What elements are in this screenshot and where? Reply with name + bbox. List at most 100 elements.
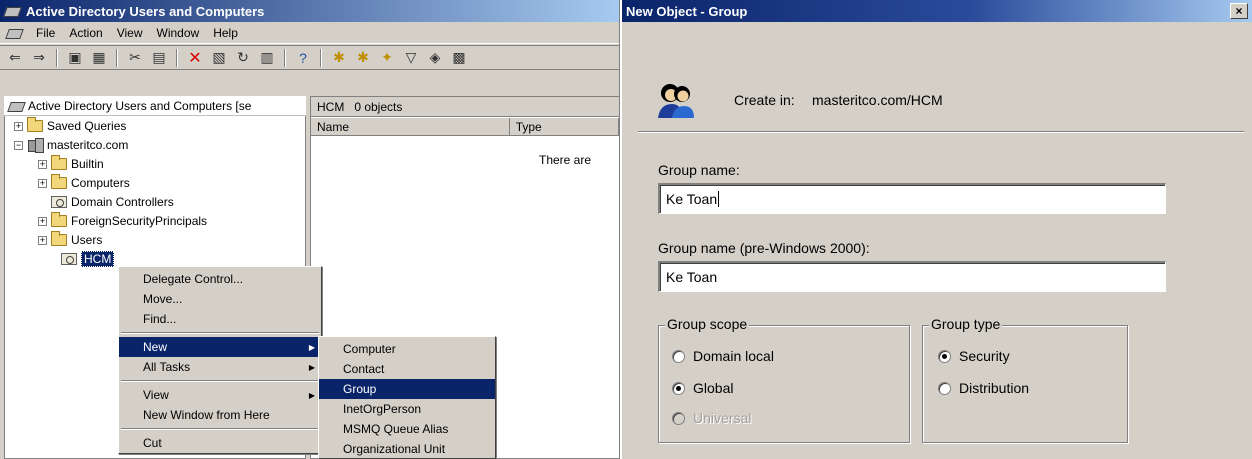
aduc-root-icon bbox=[8, 99, 24, 113]
tree-item-label: masteritco.com bbox=[47, 138, 129, 152]
radio-label: Universal bbox=[693, 410, 752, 426]
toolbar: ⇐ ⇒ ▣ ▦ ✂ ▤ ✕ ▧ ↻ ▥ ? ✱ ✱ ✦ ▽ ◈ ▩ bbox=[0, 45, 619, 70]
radio-security[interactable]: Security bbox=[938, 348, 1010, 364]
new-user-icon[interactable]: ✱ bbox=[328, 48, 350, 68]
expand-icon[interactable]: + bbox=[38, 178, 47, 188]
radio-button[interactable] bbox=[672, 381, 685, 395]
submenu-item-inetorgperson[interactable]: InetOrgPerson bbox=[319, 399, 495, 419]
find-icon[interactable]: ◈ bbox=[424, 48, 446, 68]
collapse-icon[interactable]: − bbox=[14, 140, 23, 150]
menu-item-new-window[interactable]: New Window from Here bbox=[119, 405, 321, 425]
tree-item-builtin[interactable]: + Builtin bbox=[38, 155, 104, 173]
radio-button[interactable] bbox=[938, 381, 951, 395]
radio-label: Security bbox=[959, 348, 1010, 364]
tree-item-hcm[interactable]: HCM bbox=[61, 250, 115, 268]
context-menu: Delegate Control... Move... Find... New ▶… bbox=[118, 266, 322, 454]
new-submenu: Computer Contact Group InetOrgPerson MSM… bbox=[318, 336, 496, 459]
paste-icon[interactable]: ▤ bbox=[148, 48, 170, 68]
empty-list-message: There are bbox=[539, 153, 592, 167]
tree-item-computers[interactable]: + Computers bbox=[38, 174, 130, 192]
tree-item-users[interactable]: + Users bbox=[38, 231, 102, 249]
properties-icon[interactable]: ▧ bbox=[208, 48, 230, 68]
radio-button[interactable] bbox=[938, 349, 951, 363]
menu-window[interactable]: Window bbox=[157, 26, 200, 40]
export-list-icon[interactable]: ▥ bbox=[256, 48, 278, 68]
toolbar-separator bbox=[116, 48, 118, 67]
submenu-item-group[interactable]: Group bbox=[319, 379, 495, 399]
menu-action[interactable]: Action bbox=[69, 26, 102, 40]
tree-item-fsp[interactable]: + ForeignSecurityPrincipals bbox=[38, 212, 207, 230]
menu-item-all-tasks[interactable]: All Tasks ▶ bbox=[119, 357, 321, 377]
tree-item-label: Saved Queries bbox=[47, 119, 127, 133]
delete-icon[interactable]: ✕ bbox=[184, 48, 206, 68]
new-group-icon[interactable]: ✱ bbox=[352, 48, 374, 68]
back-arrow-icon[interactable]: ⇐ bbox=[4, 48, 26, 68]
group-scope-legend: Group scope bbox=[665, 316, 750, 332]
close-button[interactable]: × bbox=[1230, 3, 1248, 19]
container-name: HCM bbox=[317, 99, 345, 114]
menu-file[interactable]: File bbox=[36, 26, 55, 40]
dialog-title: New Object - Group bbox=[626, 3, 748, 19]
filter-icon[interactable]: ▽ bbox=[400, 48, 422, 68]
create-in-value: masteritco.com/HCM bbox=[812, 92, 943, 108]
menu-separator bbox=[121, 428, 319, 430]
tree-root-label: Active Directory Users and Computers [se bbox=[28, 98, 252, 113]
radio-distribution[interactable]: Distribution bbox=[938, 380, 1029, 396]
pre2000-name-input[interactable]: Ke Toan bbox=[658, 261, 1166, 292]
menu-item-move[interactable]: Move... bbox=[119, 289, 321, 309]
refresh-icon[interactable]: ↻ bbox=[232, 48, 254, 68]
cut-icon[interactable]: ✂ bbox=[124, 48, 146, 68]
forward-arrow-icon[interactable]: ⇒ bbox=[28, 48, 50, 68]
console-icon[interactable] bbox=[6, 26, 22, 40]
column-header-type[interactable]: Type bbox=[510, 118, 619, 136]
group-icon bbox=[658, 84, 694, 118]
radio-label: Domain local bbox=[693, 348, 774, 364]
folder-icon bbox=[51, 155, 67, 170]
menu-view[interactable]: View bbox=[117, 26, 143, 40]
submenu-item-msmq-queue-alias[interactable]: MSMQ Queue Alias bbox=[319, 419, 495, 439]
new-ou-icon[interactable]: ✦ bbox=[376, 48, 398, 68]
submenu-item-computer[interactable]: Computer bbox=[319, 339, 495, 359]
submenu-arrow-icon: ▶ bbox=[308, 362, 315, 372]
radio-global[interactable]: Global bbox=[672, 380, 733, 396]
submenu-arrow-icon: ▶ bbox=[308, 390, 315, 400]
tree-item-label: Builtin bbox=[71, 157, 104, 171]
submenu-item-contact[interactable]: Contact bbox=[319, 359, 495, 379]
tree-root[interactable]: Active Directory Users and Computers [se bbox=[4, 96, 306, 116]
submenu-arrow-icon: ▶ bbox=[308, 342, 315, 352]
group-name-label: Group name: bbox=[658, 162, 740, 178]
menu-item-delegate-control[interactable]: Delegate Control... bbox=[119, 269, 321, 289]
radio-button[interactable] bbox=[672, 349, 685, 363]
aduc-titlebar[interactable]: Active Directory Users and Computers bbox=[0, 0, 619, 22]
expand-icon[interactable]: + bbox=[38, 235, 47, 245]
menu-item-cut[interactable]: Cut bbox=[119, 433, 321, 453]
tree-item-label: HCM bbox=[81, 251, 115, 267]
up-folder-icon[interactable]: ▣ bbox=[64, 48, 86, 68]
folder-icon bbox=[51, 231, 67, 246]
folder-icon bbox=[51, 212, 67, 227]
details-header: HCM 0 objects bbox=[311, 97, 619, 117]
group-type-legend: Group type bbox=[929, 316, 1003, 332]
tree-item-label: Users bbox=[71, 233, 103, 247]
expand-icon[interactable]: + bbox=[38, 159, 47, 169]
radio-label: Distribution bbox=[959, 380, 1030, 396]
tree-item-domain[interactable]: − masteritco.com bbox=[14, 136, 128, 154]
column-header-name[interactable]: Name bbox=[311, 118, 510, 136]
menu-separator bbox=[121, 332, 319, 334]
group-name-input[interactable]: Ke Toan bbox=[658, 183, 1166, 214]
tree-item-saved-queries[interactable]: + Saved Queries bbox=[14, 117, 126, 135]
add-to-group-icon[interactable]: ▩ bbox=[448, 48, 470, 68]
show-hide-tree-icon[interactable]: ▦ bbox=[88, 48, 110, 68]
dialog-titlebar[interactable]: New Object - Group bbox=[622, 0, 1252, 22]
tree-item-domain-controllers[interactable]: Domain Controllers bbox=[51, 193, 174, 211]
expand-icon[interactable]: + bbox=[38, 216, 47, 226]
expand-icon[interactable]: + bbox=[14, 121, 23, 131]
menu-item-new[interactable]: New ▶ bbox=[119, 337, 321, 357]
menu-item-view[interactable]: View ▶ bbox=[119, 385, 321, 405]
tree-item-label: Computers bbox=[71, 176, 130, 190]
menu-help[interactable]: Help bbox=[213, 26, 238, 40]
submenu-item-organizational-unit[interactable]: Organizational Unit bbox=[319, 439, 495, 459]
help-icon[interactable]: ? bbox=[292, 48, 314, 68]
radio-domain-local[interactable]: Domain local bbox=[672, 348, 774, 364]
menu-item-find[interactable]: Find... bbox=[119, 309, 321, 329]
